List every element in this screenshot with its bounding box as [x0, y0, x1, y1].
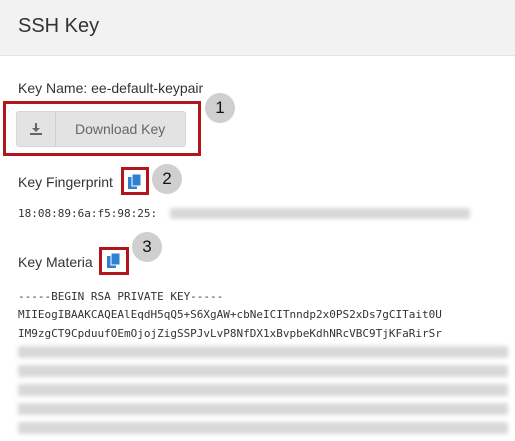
copy-key-material-icon[interactable] — [107, 252, 121, 269]
key-material-redacted-1 — [18, 346, 508, 358]
key-name-label: Key Name: ee-default-keypair — [18, 80, 204, 96]
annotation-number-2: 2 — [152, 164, 182, 194]
fingerprint-redacted — [170, 208, 470, 219]
key-material-line-1: -----BEGIN RSA PRIVATE KEY----- — [18, 290, 224, 303]
copy-fingerprint-icon[interactable] — [128, 173, 142, 190]
key-material-redacted-4 — [18, 403, 508, 415]
key-material-redacted-2 — [18, 365, 508, 377]
key-fingerprint-label: Key Fingerprint — [18, 174, 113, 190]
download-key-label: Download Key — [75, 121, 166, 137]
key-material-label: Key Materia — [18, 254, 93, 270]
key-material-line-2: MIIEogIBAAKCAQEAlEqdH5qQ5+S6XgAW+cbNeICI… — [18, 308, 442, 321]
dialog-title: SSH Key — [18, 15, 100, 37]
annotation-number-1: 1 — [205, 93, 235, 123]
annotation-number-3: 3 — [132, 232, 162, 262]
fingerprint-value: 18:08:89:6a:f5:98:25: — [18, 207, 158, 220]
key-material-line-3: IM9zgCT9CpduufOEmOjojZigSSPJvLvP8NfDX1xB… — [18, 327, 442, 340]
dialog-header: SSH Key — [0, 0, 515, 56]
key-material-redacted-3 — [18, 384, 508, 396]
key-material-redacted-5 — [18, 422, 508, 434]
download-icon — [17, 112, 56, 146]
download-key-button[interactable]: Download Key — [16, 111, 186, 147]
